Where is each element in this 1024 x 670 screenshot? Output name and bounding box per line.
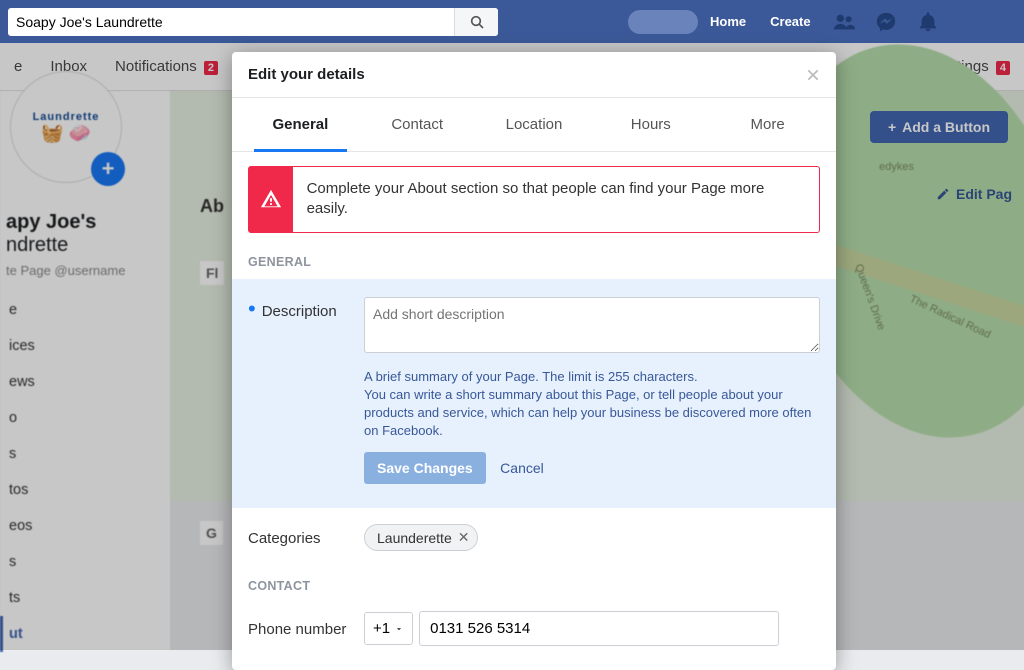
description-input[interactable] [364, 297, 820, 353]
top-bar: Home Create [0, 0, 1024, 43]
country-code-select[interactable]: +1 [364, 612, 413, 645]
friends-icon[interactable] [833, 11, 855, 33]
nav-create[interactable]: Create [758, 14, 822, 29]
section-general-label: GENERAL [248, 251, 820, 279]
save-button[interactable]: Save Changes [364, 452, 486, 484]
section-contact-label: CONTACT [248, 559, 820, 603]
chevron-down-icon [394, 624, 404, 634]
warning-icon [260, 188, 282, 210]
cancel-button[interactable]: Cancel [500, 460, 544, 476]
tab-contact[interactable]: Contact [359, 98, 476, 151]
tab-hours[interactable]: Hours [592, 98, 709, 151]
chip-label: Launderette [377, 530, 452, 546]
indicator-dot: • [248, 303, 256, 485]
remove-chip-icon[interactable]: ✕ [458, 529, 470, 546]
top-icons [833, 11, 939, 33]
phone-label: Phone number [248, 621, 346, 646]
close-button[interactable] [806, 68, 820, 82]
bell-icon[interactable] [917, 11, 939, 33]
alert-text: Complete your About section so that peop… [293, 167, 819, 232]
categories-label: Categories [248, 530, 321, 551]
nav-home[interactable]: Home [698, 14, 758, 29]
modal-title: Edit your details [248, 66, 365, 83]
country-code-value: +1 [373, 620, 390, 637]
profile-pill[interactable] [628, 10, 698, 34]
edit-details-modal: Edit your details General Contact Locati… [232, 52, 836, 670]
description-help: A brief summary of your Page. The limit … [364, 358, 820, 453]
description-label: Description [262, 303, 337, 485]
close-icon [806, 68, 820, 82]
phone-input[interactable] [419, 611, 779, 646]
tab-location[interactable]: Location [476, 98, 593, 151]
tab-more[interactable]: More [709, 98, 826, 151]
search-button[interactable] [454, 8, 498, 36]
tab-general[interactable]: General [242, 98, 359, 151]
category-chip[interactable]: Launderette ✕ [364, 524, 478, 551]
completion-alert: Complete your About section so that peop… [248, 166, 820, 233]
search-icon [469, 14, 485, 30]
search-wrap [8, 8, 498, 36]
search-input[interactable] [8, 14, 454, 30]
messenger-icon[interactable] [875, 11, 897, 33]
